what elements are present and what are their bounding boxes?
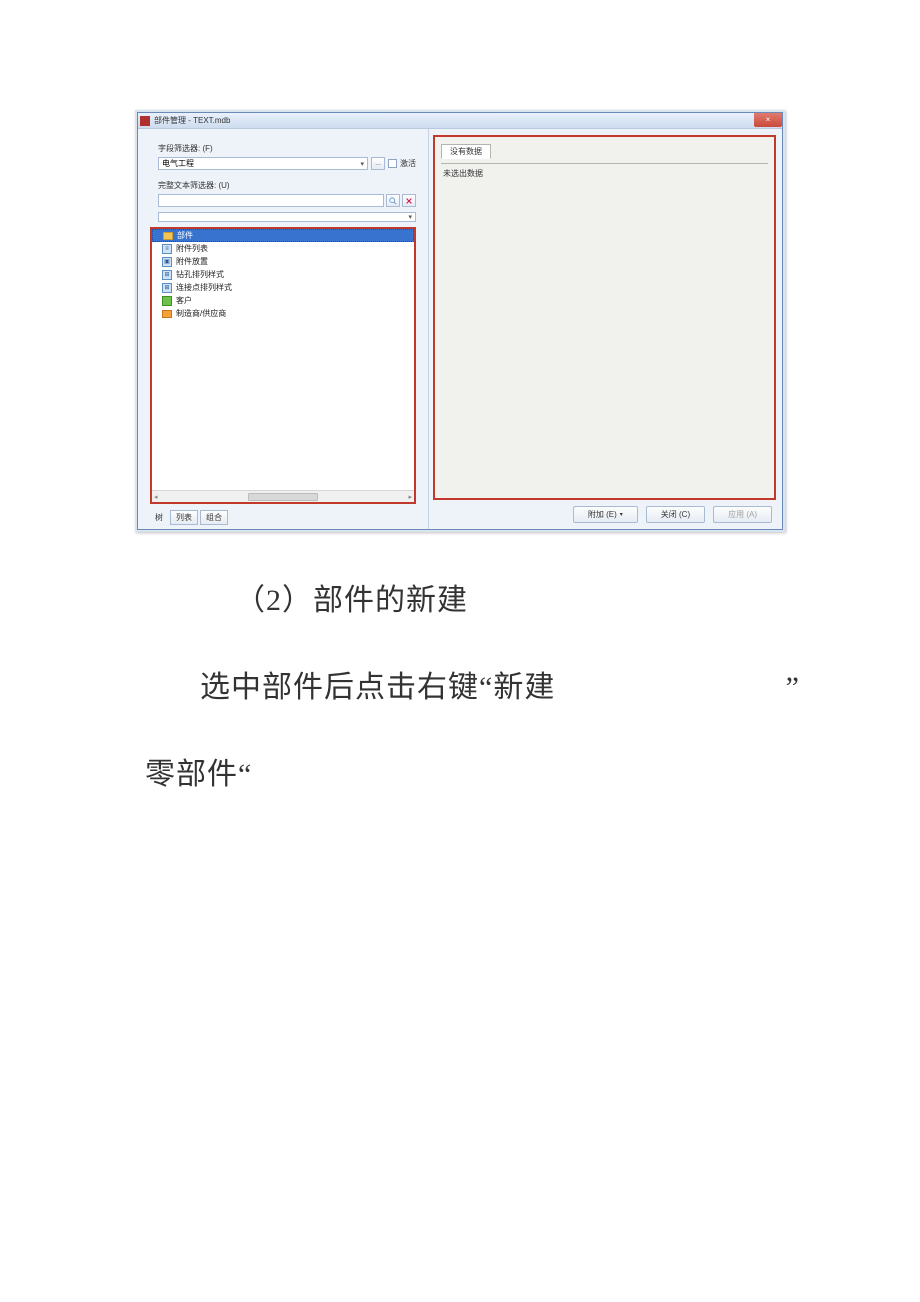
tree-item-accessory-list[interactable]: ≡ 附件列表 — [152, 242, 414, 255]
field-filter-value: 电气工程 — [162, 158, 194, 169]
tree-item-customer[interactable]: 客户 — [152, 294, 414, 307]
doc-heading: （2）部件的新建 — [235, 572, 810, 629]
search-icon — [389, 197, 397, 205]
parts-manager-window: 部件管理 - TEXT.mdb × 字段筛选器: (F) 电气工程 ▾ ... — [137, 112, 783, 530]
window-title: 部件管理 - TEXT.mdb — [154, 115, 230, 126]
filter-active-checkbox[interactable] — [388, 159, 397, 168]
detail-panel: 没有数据 未选出数据 — [433, 135, 776, 500]
right-pane: 没有数据 未选出数据 附加 (E) ▾ 关闭 (C) 应用 (A) — [428, 129, 782, 529]
field-filter-combo[interactable]: 电气工程 ▾ — [158, 157, 368, 170]
horizontal-scrollbar[interactable]: ◂ ▸ — [152, 490, 414, 502]
tree-item-parts[interactable]: 部件 — [152, 229, 414, 242]
place-icon: ▣ — [162, 257, 172, 267]
window-body: 字段筛选器: (F) 电气工程 ▾ ... 激活 完整文本筛选器: (U) — [138, 129, 782, 529]
tree-item-label: 连接点排列样式 — [176, 282, 232, 293]
doc-paragraph-line2: 零部件“ — [145, 746, 810, 803]
app-icon — [140, 116, 150, 126]
close-icon: × — [766, 115, 771, 124]
close-button-label: 关闭 (C) — [661, 509, 690, 520]
tree-item-drill-layout[interactable]: ⊞ 钻孔排列样式 — [152, 268, 414, 281]
tree-item-label: 钻孔排列样式 — [176, 269, 224, 280]
field-filter-browse-button[interactable]: ... — [371, 157, 385, 170]
close-button[interactable]: 关闭 (C) — [646, 506, 705, 523]
list-icon: ≡ — [162, 244, 172, 254]
no-data-message: 未选出数据 — [443, 168, 766, 179]
view-list-button[interactable]: 列表 — [170, 510, 198, 525]
chevron-down-icon: ▾ — [408, 213, 412, 221]
fulltext-filter-label: 完整文本筛选器: (U) — [158, 180, 422, 191]
doc-end-quote: ” — [786, 659, 800, 716]
window-close-button[interactable]: × — [754, 113, 782, 127]
view-tree-button[interactable]: 树 — [150, 511, 168, 524]
ellipsis-icon: ... — [375, 160, 381, 167]
folder-icon — [162, 310, 172, 318]
chevron-down-icon: ▾ — [360, 160, 364, 168]
view-combo-button[interactable]: 组合 — [200, 510, 228, 525]
expand-bar[interactable]: ▾ — [158, 212, 416, 222]
chevron-down-icon: ▾ — [620, 511, 623, 518]
scrollbar-thumb[interactable] — [248, 493, 318, 501]
scroll-left-icon: ◂ — [154, 493, 158, 501]
doc-paragraph-main: 选中部件后点击右键“新建 — [200, 659, 555, 716]
field-filter-label: 字段筛选器: (F) — [158, 143, 422, 154]
tab-nodata[interactable]: 没有数据 — [441, 144, 491, 159]
spacer — [555, 659, 785, 716]
dialog-buttons: 附加 (E) ▾ 关闭 (C) 应用 (A) — [433, 506, 772, 523]
scroll-right-icon: ▸ — [408, 493, 412, 501]
grid-icon: ⊞ — [162, 283, 172, 293]
clear-icon — [405, 197, 413, 205]
tree-item-manufacturer[interactable]: 制造商/供应商 — [152, 307, 414, 320]
tree-item-label: 附件列表 — [176, 243, 208, 254]
tree-scroll-area[interactable]: 部件 ≡ 附件列表 ▣ 附件放置 ⊞ 钻孔排列样式 — [152, 229, 414, 502]
tab-underline — [441, 163, 768, 164]
left-pane: 字段筛选器: (F) 电气工程 ▾ ... 激活 完整文本筛选器: (U) — [138, 129, 428, 529]
doc-paragraph-line1: 选中部件后点击右键“新建 ” — [200, 659, 810, 716]
folder-icon — [163, 232, 173, 240]
apply-button-label: 应用 (A) — [728, 509, 757, 520]
fulltext-filter-row — [158, 194, 416, 207]
fulltext-clear-button[interactable] — [402, 194, 416, 207]
tree-item-label: 客户 — [176, 295, 192, 306]
tree-item-label: 附件放置 — [176, 256, 208, 267]
tree-panel: 部件 ≡ 附件列表 ▣ 附件放置 ⊞ 钻孔排列样式 — [150, 227, 416, 504]
field-filter-row: 电气工程 ▾ ... 激活 — [158, 157, 416, 170]
detail-tabs: 没有数据 — [441, 143, 768, 158]
fulltext-input[interactable] — [158, 194, 384, 207]
fulltext-search-button[interactable] — [386, 194, 400, 207]
app-screenshot: 部件管理 - TEXT.mdb × 字段筛选器: (F) 电气工程 ▾ ... — [135, 110, 785, 532]
extra-button[interactable]: 附加 (E) ▾ — [573, 506, 638, 523]
filter-active-label: 激活 — [400, 158, 416, 169]
user-icon — [162, 296, 172, 306]
tree-item-connpoint-layout[interactable]: ⊞ 连接点排列样式 — [152, 281, 414, 294]
grid-icon: ⊞ — [162, 270, 172, 280]
apply-button[interactable]: 应用 (A) — [713, 506, 772, 523]
view-toggle: 树 列表 组合 — [150, 510, 422, 525]
extra-button-label: 附加 (E) — [588, 509, 617, 520]
tree-item-accessory-place[interactable]: ▣ 附件放置 — [152, 255, 414, 268]
tree-item-label: 部件 — [177, 230, 193, 241]
tree-item-label: 制造商/供应商 — [176, 308, 226, 319]
titlebar: 部件管理 - TEXT.mdb × — [138, 113, 782, 129]
